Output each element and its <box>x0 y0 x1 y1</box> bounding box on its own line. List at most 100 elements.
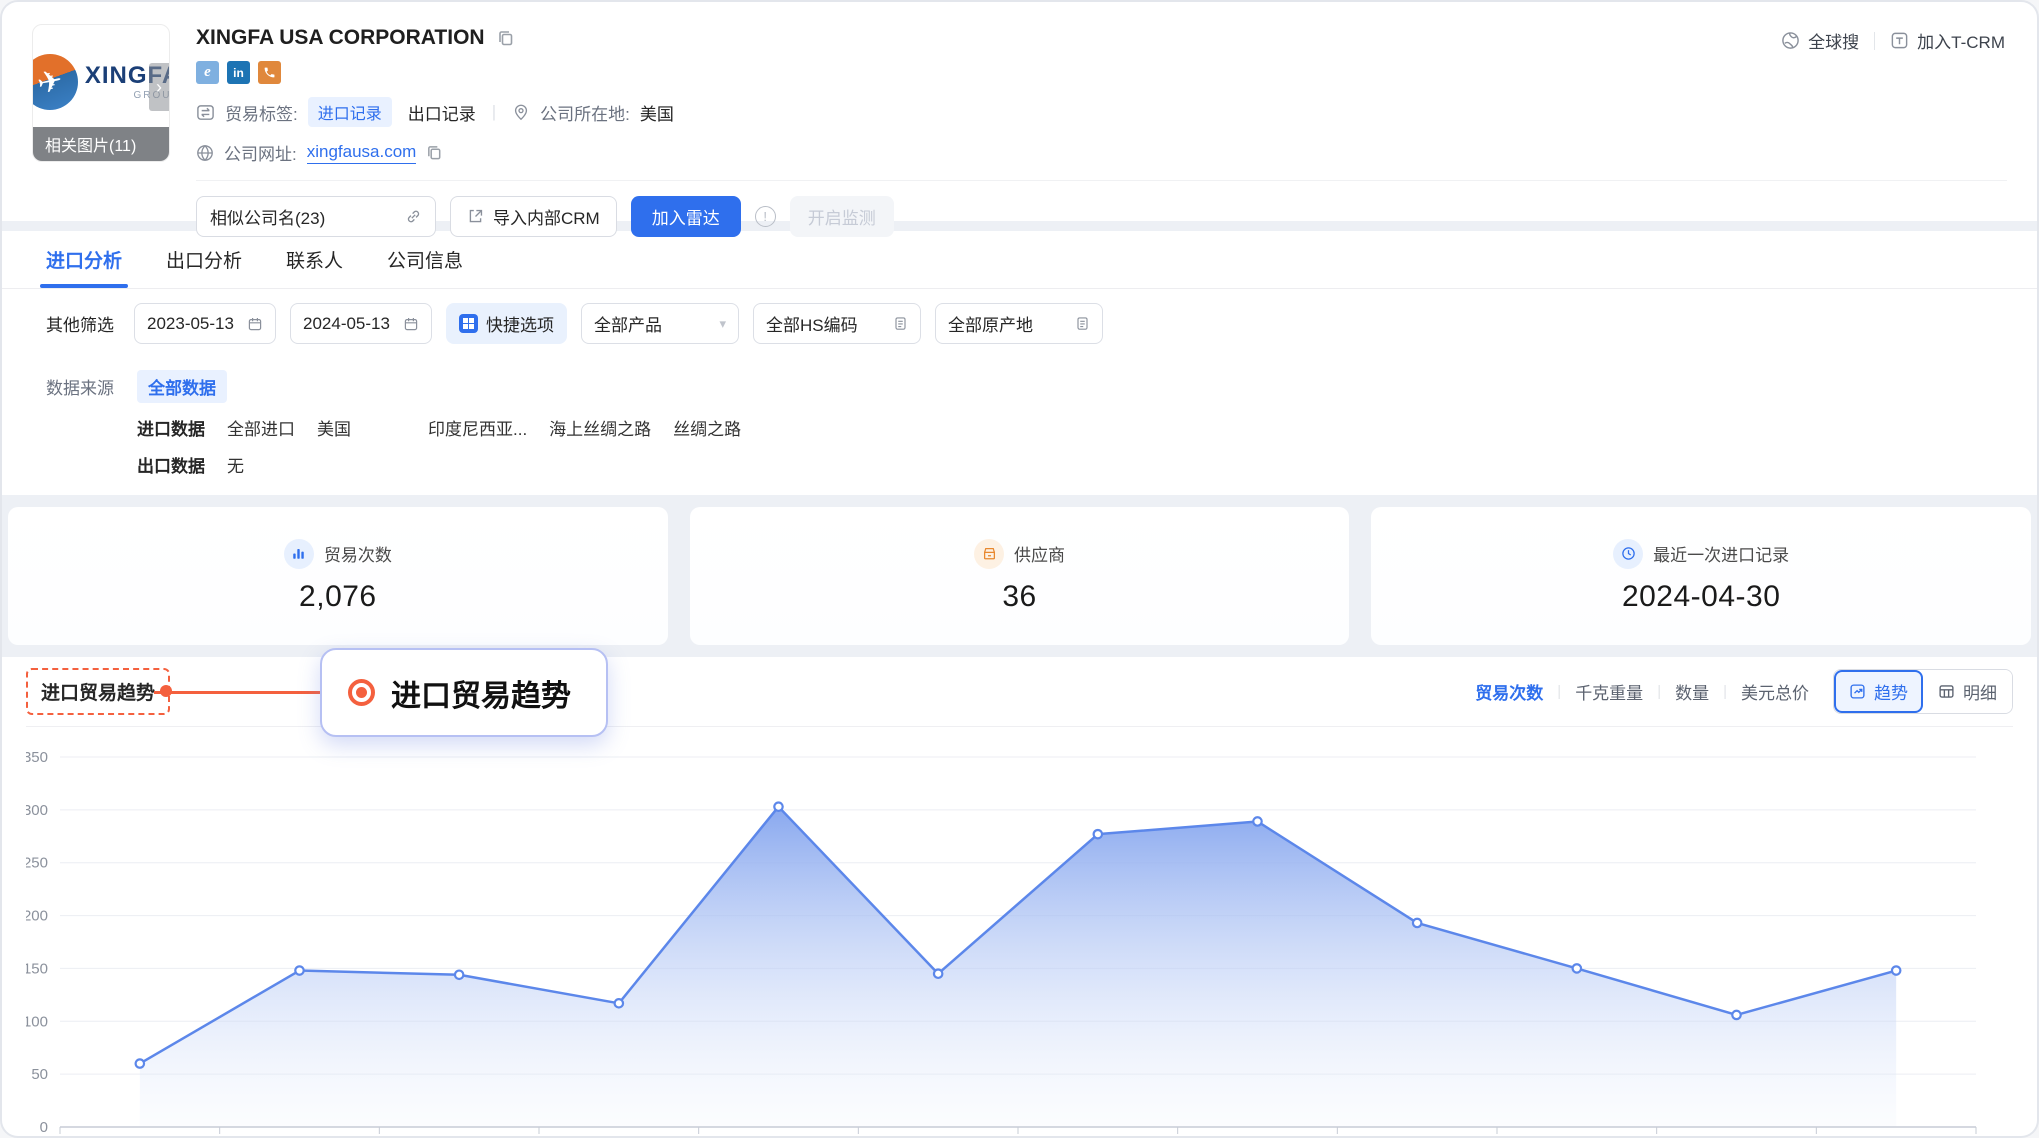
import-crm-button[interactable]: 导入内部CRM <box>450 196 617 237</box>
logo-globe-icon <box>32 54 78 110</box>
quick-options-button[interactable]: 快捷选项 <box>446 303 567 344</box>
join-tcrm-button[interactable]: 加入T-CRM <box>1890 28 2005 53</box>
copy-icon[interactable] <box>497 29 515 47</box>
data-source-section: 数据来源 全部数据 进口数据 全部进口 美国 印度尼西亚... 海上丝绸之路 丝… <box>2 350 2037 495</box>
target-ring-icon <box>348 679 375 706</box>
metric-kg-weight[interactable]: 千克重量 <box>1575 679 1643 704</box>
stat-value: 2024-04-30 <box>1622 580 1780 614</box>
metric-trade-count[interactable]: 贸易次数 <box>1475 679 1543 704</box>
trend-icon <box>1849 683 1866 700</box>
stat-value: 36 <box>1002 580 1036 614</box>
related-images-label[interactable]: 相关图片(11) <box>33 127 169 161</box>
chart-controls: 贸易次数 | 千克重量 | 数量 | 美元总价 趋势 <box>1475 669 2013 714</box>
tag-export-records[interactable]: 出口记录 <box>408 100 476 125</box>
divider <box>1874 32 1875 50</box>
svg-text:250: 250 <box>26 855 48 872</box>
import-source-silkroad[interactable]: 丝绸之路 <box>673 415 741 440</box>
global-search-button[interactable]: 全球搜 <box>1781 28 1859 53</box>
date-from-value: 2023-05-13 <box>147 314 234 334</box>
location-value: 美国 <box>640 100 674 125</box>
view-trend-label: 趋势 <box>1874 679 1908 704</box>
globe-icon <box>196 144 214 162</box>
store-icon <box>974 539 1004 569</box>
stat-card-trade-count: 贸易次数 2,076 <box>8 507 668 645</box>
stat-card-last-import: 最近一次进口记录 2024-04-30 <box>1371 507 2031 645</box>
annotation-callout: 进口贸易趋势 <box>320 648 608 737</box>
product-select-value: 全部产品 <box>594 311 662 336</box>
global-search-label: 全球搜 <box>1808 28 1859 53</box>
quick-options-label: 快捷选项 <box>486 311 554 336</box>
stat-card-suppliers: 供应商 36 <box>690 507 1350 645</box>
chevron-down-icon: ▾ <box>719 316 726 332</box>
tab-import-analysis[interactable]: 进口分析 <box>46 231 122 288</box>
section-title: 进口贸易趋势 <box>26 668 170 715</box>
info-icon[interactable]: ! <box>755 206 776 227</box>
view-detail-label: 明细 <box>1963 679 1997 704</box>
location-pin-icon <box>512 103 530 121</box>
import-source-usa[interactable]: 美国 <box>317 415 351 440</box>
join-radar-button[interactable]: 加入雷达 <box>631 196 741 237</box>
hs-code-select[interactable]: 全部HS编码 <box>753 303 921 344</box>
import-data-label: 进口数据 <box>137 415 205 440</box>
svg-text:0: 0 <box>40 1119 48 1136</box>
trade-tag-icon <box>196 103 215 122</box>
view-trend-button[interactable]: 趋势 <box>1834 670 1923 713</box>
analysis-panel: 进口分析 出口分析 联系人 公司信息 其他筛选 2023-05-13 2024-… <box>2 231 2037 495</box>
origin-value: 全部原产地 <box>948 311 1033 336</box>
date-to-input[interactable]: 2024-05-13 <box>290 303 432 344</box>
location-label: 公司所在地: <box>540 100 630 125</box>
metric-quantity[interactable]: 数量 <box>1675 679 1709 704</box>
all-data-chip[interactable]: 全部数据 <box>137 370 227 403</box>
export-data-label: 出口数据 <box>137 452 205 477</box>
table-icon <box>1938 683 1955 700</box>
import-crm-label: 导入内部CRM <box>493 204 600 229</box>
trade-tag-label: 贸易标签: <box>225 100 298 125</box>
filter-bar: 其他筛选 2023-05-13 2024-05-13 <box>2 289 2037 350</box>
app-window: XINGFA GROUP 相关图片(11) › XINGFA USA CORPO… <box>0 0 2039 1138</box>
view-toggle: 趋势 明细 <box>1833 669 2013 714</box>
import-icon <box>467 208 484 225</box>
website-link[interactable]: xingfausa.com <box>307 142 417 164</box>
svg-text:100: 100 <box>26 1013 48 1030</box>
join-radar-label: 加入雷达 <box>652 204 720 229</box>
import-source-indonesia[interactable]: 印度尼西亚... <box>428 415 527 440</box>
trend-section: 进口贸易趋势 贸易次数 | 千克重量 | 数量 | 美元总价 趋势 <box>2 657 2037 1138</box>
metric-usd-total[interactable]: 美元总价 <box>1741 679 1809 704</box>
origin-select[interactable]: 全部原产地 <box>935 303 1103 344</box>
tab-company-info[interactable]: 公司信息 <box>387 231 463 288</box>
company-header: XINGFA GROUP 相关图片(11) › XINGFA USA CORPO… <box>2 2 2037 221</box>
view-detail-button[interactable]: 明细 <box>1923 670 2012 713</box>
svg-text:300: 300 <box>26 802 48 819</box>
linkedin-icon[interactable]: in <box>227 61 250 84</box>
tab-export-analysis[interactable]: 出口分析 <box>166 231 242 288</box>
logo-next-arrow-icon[interactable]: › <box>149 63 169 111</box>
divider <box>196 180 2007 181</box>
tab-bar: 进口分析 出口分析 联系人 公司信息 <box>2 231 2037 289</box>
import-source-all[interactable]: 全部进口 <box>227 415 295 440</box>
company-name: XINGFA USA CORPORATION <box>196 26 485 50</box>
annotation-callout-title: 进口贸易趋势 <box>391 671 571 715</box>
copy-website-icon[interactable] <box>426 144 443 161</box>
start-monitor-button[interactable]: 开启监测 <box>790 196 894 237</box>
start-monitor-label: 开启监测 <box>808 204 876 229</box>
tag-import-records[interactable]: 进口记录 <box>308 97 392 127</box>
product-select[interactable]: 全部产品 ▾ <box>581 303 739 344</box>
svg-text:50: 50 <box>31 1066 48 1083</box>
stats-row: 贸易次数 2,076 供应商 36 <box>8 507 2031 645</box>
annotation-dot <box>160 685 172 697</box>
calendar-icon <box>403 316 419 332</box>
tab-contacts[interactable]: 联系人 <box>286 231 343 288</box>
import-source-maritime-silkroad[interactable]: 海上丝绸之路 <box>549 415 651 440</box>
export-data-value: 无 <box>227 452 244 477</box>
divider: | <box>1657 683 1661 700</box>
svg-text:150: 150 <box>26 960 48 977</box>
stat-label: 贸易次数 <box>324 541 392 566</box>
tcrm-icon <box>1890 31 1909 50</box>
divider: | <box>492 102 496 122</box>
website-badge-icon[interactable]: e <box>196 61 219 84</box>
date-from-input[interactable]: 2023-05-13 <box>134 303 276 344</box>
company-logo[interactable]: XINGFA GROUP 相关图片(11) › <box>32 24 170 162</box>
svg-text:350: 350 <box>26 749 48 766</box>
similar-companies-label: 相似公司名(23) <box>210 204 325 229</box>
phone-icon[interactable] <box>258 61 281 84</box>
